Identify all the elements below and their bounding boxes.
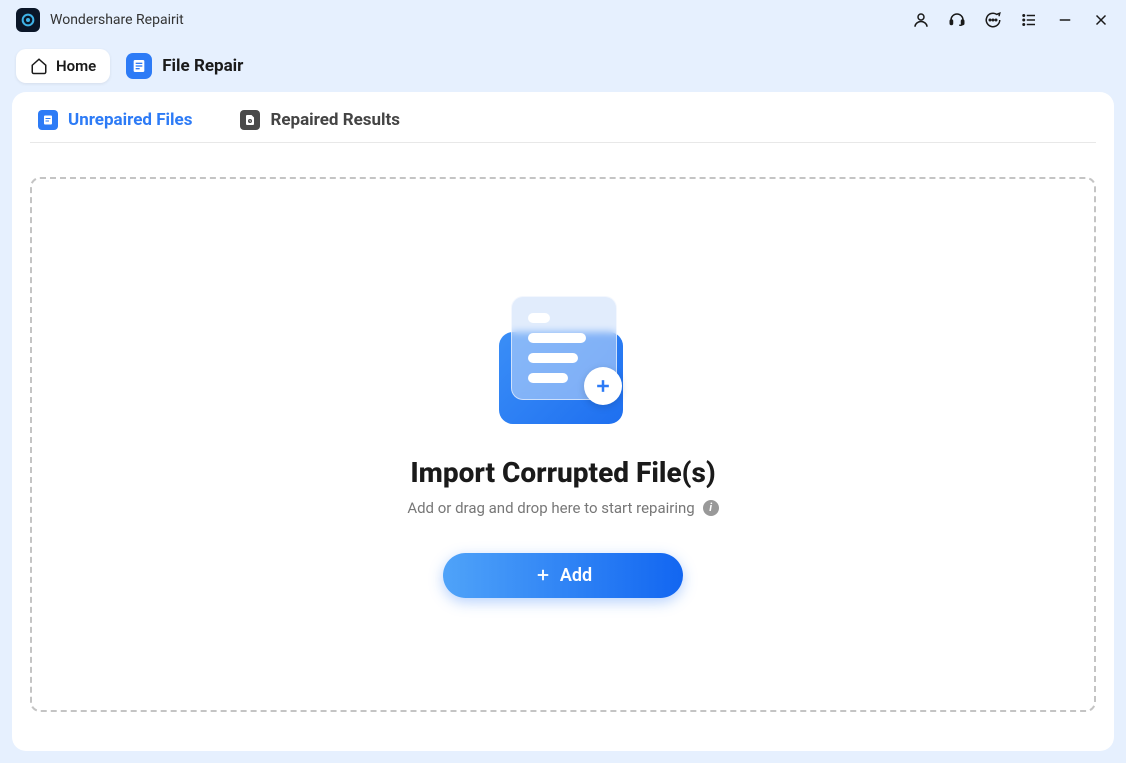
tab-unrepaired[interactable]: Unrepaired Files — [38, 110, 192, 130]
tabs: Unrepaired Files Repaired Results — [30, 92, 1096, 143]
dropzone[interactable]: Import Corrupted File(s) Add or drag and… — [30, 177, 1096, 712]
drop-subtitle-row: Add or drag and drop here to start repai… — [407, 499, 718, 517]
minimize-icon[interactable] — [1056, 11, 1074, 29]
tab-repaired-label: Repaired Results — [270, 110, 400, 130]
plus-badge-icon — [584, 367, 622, 405]
support-headset-icon[interactable] — [948, 11, 966, 29]
titlebar-right — [912, 11, 1110, 29]
app-logo-icon — [20, 12, 36, 28]
section-label: File Repair — [126, 53, 243, 79]
account-icon[interactable] — [912, 11, 930, 29]
titlebar: Wondershare Repairit — [0, 0, 1126, 40]
section-title: File Repair — [162, 56, 243, 76]
close-icon[interactable] — [1092, 11, 1110, 29]
main-panel: Unrepaired Files Repaired Results Import… — [12, 92, 1114, 751]
add-button[interactable]: Add — [443, 553, 683, 598]
home-label: Home — [56, 57, 96, 75]
plus-icon — [534, 566, 552, 584]
app-logo — [16, 8, 40, 32]
tab-repaired[interactable]: Repaired Results — [240, 110, 400, 130]
drop-subtitle: Add or drag and drop here to start repai… — [407, 499, 694, 517]
repaired-file-icon — [240, 110, 260, 130]
titlebar-left: Wondershare Repairit — [16, 8, 184, 32]
file-repair-icon — [126, 53, 152, 79]
toolbar: Home File Repair — [0, 40, 1126, 92]
home-button[interactable]: Home — [16, 49, 110, 83]
add-button-label: Add — [560, 565, 592, 586]
info-icon[interactable]: i — [703, 500, 719, 516]
drop-illustration — [493, 292, 633, 432]
feedback-icon[interactable] — [984, 11, 1002, 29]
menu-list-icon[interactable] — [1020, 11, 1038, 29]
home-icon — [30, 57, 48, 75]
tab-unrepaired-label: Unrepaired Files — [68, 110, 192, 130]
drop-title: Import Corrupted File(s) — [410, 456, 715, 489]
app-title: Wondershare Repairit — [50, 12, 184, 28]
unrepaired-file-icon — [38, 110, 58, 130]
